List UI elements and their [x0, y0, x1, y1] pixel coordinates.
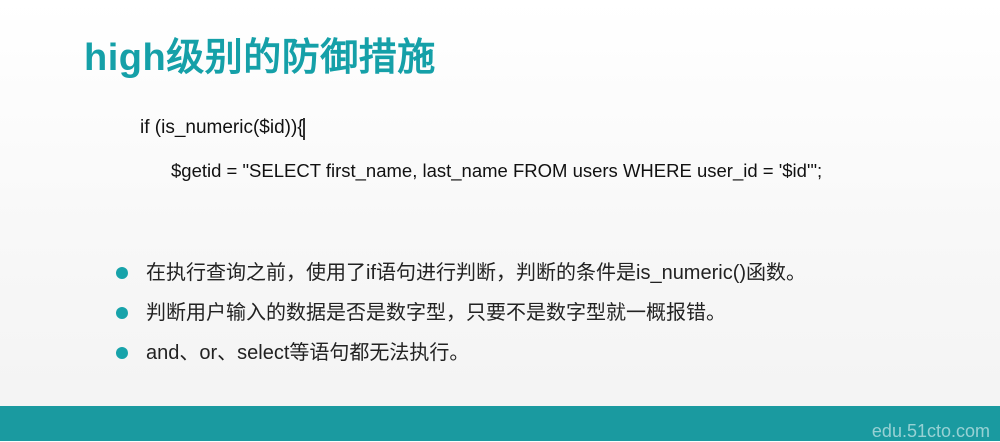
code-line-if: if (is_numeric($id)){ [140, 117, 304, 138]
bullet-dot-icon [116, 267, 128, 279]
bullet-text: 判断用户输入的数据是否是数字型，只要不是数字型就一概报错。 [146, 302, 726, 324]
bullet-dot-icon [116, 347, 128, 359]
slide-title: high级别的防御措施 [84, 37, 436, 79]
footer-watermark: edu.51cto.com [871, 421, 990, 441]
bullet-text: and、or、select等语句都无法执行。 [146, 342, 470, 364]
footer-bar: edu.51cto.com [0, 406, 1000, 441]
bullet-text: 在执行查询之前，使用了if语句进行判断，判断的条件是is_numeric()函数… [146, 262, 807, 284]
text-cursor-icon [303, 118, 305, 140]
code-line-query: $getid = "SELECT first_name, last_name F… [171, 160, 823, 181]
slide: high级别的防御措施 if (is_numeric($id)){ $getid… [0, 0, 1000, 441]
bullet-dot-icon [116, 307, 128, 319]
